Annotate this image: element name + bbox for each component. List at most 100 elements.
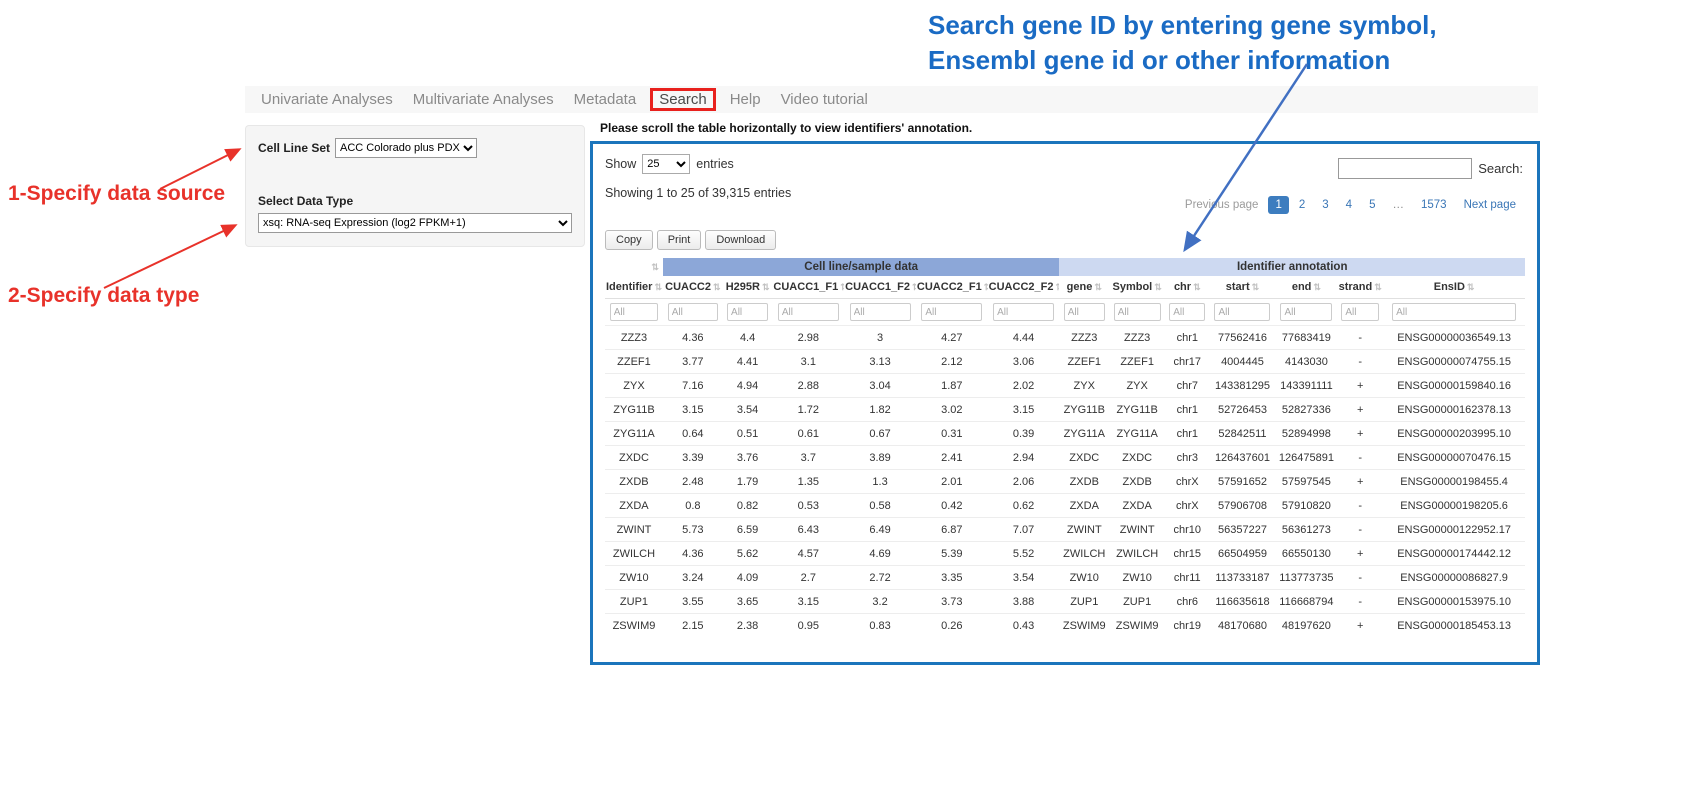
table-row[interactable]: ZSWIM92.152.380.950.830.260.43ZSWIM9ZSWI…: [605, 614, 1525, 638]
print-button[interactable]: Print: [657, 230, 702, 250]
page-button-1573[interactable]: 1573: [1414, 196, 1454, 214]
nav-item-multivariate-analyses[interactable]: Multivariate Analyses: [403, 89, 564, 110]
filter-input-chr[interactable]: [1169, 303, 1205, 321]
table-row[interactable]: ZYG11B3.153.541.721.823.023.15ZYG11BZYG1…: [605, 398, 1525, 422]
table-row[interactable]: ZZEF13.774.413.13.132.123.06ZZEF1ZZEF1ch…: [605, 350, 1525, 374]
cell: 126437601: [1209, 446, 1275, 470]
cell-line-set-select[interactable]: ACC Colorado plus PDX: [335, 138, 477, 158]
cell: ENSG00000185453.13: [1383, 614, 1525, 638]
cell: -: [1337, 590, 1383, 614]
filter-input-symbol[interactable]: [1114, 303, 1161, 321]
nav-item-help[interactable]: Help: [720, 89, 771, 110]
column-header-identifier[interactable]: Identifier⇅: [605, 276, 663, 299]
sort-icon[interactable]: ⇅: [1374, 282, 1382, 292]
table-row[interactable]: ZWILCH4.365.624.574.695.395.52ZWILCHZWIL…: [605, 542, 1525, 566]
table-row[interactable]: ZW103.244.092.72.723.353.54ZW10ZW10chr11…: [605, 566, 1525, 590]
table-row[interactable]: ZUP13.553.653.153.23.733.88ZUP1ZUP1chr61…: [605, 590, 1525, 614]
cell: 3.15: [772, 590, 844, 614]
nav-item-search[interactable]: Search: [650, 88, 716, 111]
sort-icon[interactable]: ⇅: [651, 262, 659, 272]
column-header-cuacc1-f1[interactable]: CUACC1_F1⇅: [772, 276, 844, 299]
column-header-ensid[interactable]: EnsID⇅: [1383, 276, 1525, 299]
sort-icon[interactable]: ⇅: [1252, 282, 1260, 292]
sort-icon[interactable]: ⇅: [713, 282, 721, 292]
cell: -: [1337, 326, 1383, 350]
page-length-select[interactable]: 25: [642, 154, 690, 174]
filter-input-cuacc2[interactable]: [668, 303, 718, 321]
filter-input-strand[interactable]: [1341, 303, 1379, 321]
sort-icon[interactable]: ⇅: [1094, 282, 1102, 292]
filter-input-h295r[interactable]: [727, 303, 768, 321]
column-header-end[interactable]: end⇅: [1276, 276, 1338, 299]
download-button[interactable]: Download: [705, 230, 776, 250]
filter-input-gene[interactable]: [1064, 303, 1105, 321]
sort-icon[interactable]: ⇅: [1313, 282, 1321, 292]
sort-icon[interactable]: ⇅: [762, 282, 770, 292]
cell: ENSG00000153975.10: [1383, 590, 1525, 614]
nav-item-video-tutorial[interactable]: Video tutorial: [771, 89, 878, 110]
page-button-5[interactable]: 5: [1362, 196, 1382, 214]
table-row[interactable]: ZXDC3.393.763.73.892.412.94ZXDCZXDCchr31…: [605, 446, 1525, 470]
cell: ZXDB: [1109, 470, 1165, 494]
filter-input-end[interactable]: [1280, 303, 1332, 321]
column-header-chr[interactable]: chr⇅: [1165, 276, 1209, 299]
filter-input-ensid[interactable]: [1392, 303, 1516, 321]
cell: ZXDC: [1059, 446, 1109, 470]
column-header-strand[interactable]: strand⇅: [1337, 276, 1383, 299]
column-header-symbol[interactable]: Symbol⇅: [1109, 276, 1165, 299]
data-type-select[interactable]: xsq: RNA-seq Expression (log2 FPKM+1): [258, 213, 572, 233]
cell: ENSG00000159840.16: [1383, 374, 1525, 398]
table-row[interactable]: ZZZ34.364.42.9834.274.44ZZZ3ZZZ3chr17756…: [605, 326, 1525, 350]
column-header-h295r[interactable]: H295R⇅: [723, 276, 773, 299]
table-row[interactable]: ZYX7.164.942.883.041.872.02ZYXZYXchr7143…: [605, 374, 1525, 398]
page-button-3[interactable]: 3: [1315, 196, 1335, 214]
sort-icon[interactable]: ⇅: [840, 282, 844, 292]
pagination: Previous page12345…1573Next page: [1178, 196, 1523, 214]
column-header-start[interactable]: start⇅: [1209, 276, 1275, 299]
cell: 57910820: [1276, 494, 1338, 518]
search-input[interactable]: [1338, 158, 1472, 179]
column-header-cuacc2[interactable]: CUACC2⇅: [663, 276, 723, 299]
page-button-4[interactable]: 4: [1339, 196, 1359, 214]
sort-icon[interactable]: ⇅: [1193, 282, 1201, 292]
cell: ZYG11B: [1109, 398, 1165, 422]
sort-icon[interactable]: ⇅: [984, 282, 988, 292]
cell: 0.67: [844, 422, 916, 446]
cell: ZYX: [1059, 374, 1109, 398]
cell: ZSWIM9: [1109, 614, 1165, 638]
sort-icon[interactable]: ⇅: [1154, 282, 1162, 292]
sort-icon[interactable]: ⇅: [912, 282, 916, 292]
table-row[interactable]: ZWINT5.736.596.436.496.877.07ZWINTZWINTc…: [605, 518, 1525, 542]
filter-input-cuacc1-f1[interactable]: [778, 303, 839, 321]
cell: chr19: [1165, 614, 1209, 638]
filter-input-start[interactable]: [1214, 303, 1270, 321]
filter-input-cuacc2-f2[interactable]: [993, 303, 1054, 321]
copy-button[interactable]: Copy: [605, 230, 653, 250]
filter-input-cuacc1-f2[interactable]: [850, 303, 911, 321]
filter-input-cuacc2-f1[interactable]: [921, 303, 982, 321]
cell: 3.39: [663, 446, 723, 470]
table-row[interactable]: ZXDA0.80.820.530.580.420.62ZXDAZXDAchrX5…: [605, 494, 1525, 518]
cell: chr1: [1165, 398, 1209, 422]
page-button-1[interactable]: 1: [1268, 196, 1288, 214]
nav-item-univariate-analyses[interactable]: Univariate Analyses: [251, 89, 403, 110]
filter-input-identifier[interactable]: [610, 303, 659, 321]
cell: chr1: [1165, 422, 1209, 446]
column-header-cuacc2-f1[interactable]: CUACC2_F1⇅: [916, 276, 988, 299]
page-button-2[interactable]: 2: [1292, 196, 1312, 214]
cell: 4.57: [772, 542, 844, 566]
column-header-cuacc1-f2[interactable]: CUACC1_F2⇅: [844, 276, 916, 299]
cell: ZYG11A: [1059, 422, 1109, 446]
nav-item-metadata[interactable]: Metadata: [564, 89, 647, 110]
sort-icon[interactable]: ⇅: [1055, 282, 1059, 292]
column-header-gene[interactable]: gene⇅: [1059, 276, 1109, 299]
table-row[interactable]: ZYG11A0.640.510.610.670.310.39ZYG11AZYG1…: [605, 422, 1525, 446]
table-row[interactable]: ZXDB2.481.791.351.32.012.06ZXDBZXDBchrX5…: [605, 470, 1525, 494]
sort-icon[interactable]: ⇅: [1467, 282, 1475, 292]
next-page-button[interactable]: Next page: [1457, 196, 1523, 214]
sort-icon[interactable]: ⇅: [654, 282, 662, 292]
previous-page-button[interactable]: Previous page: [1178, 196, 1266, 214]
cell: 4.41: [723, 350, 773, 374]
column-header-cuacc2-f2[interactable]: CUACC2_F2⇅: [988, 276, 1060, 299]
cell: 52726453: [1209, 398, 1275, 422]
